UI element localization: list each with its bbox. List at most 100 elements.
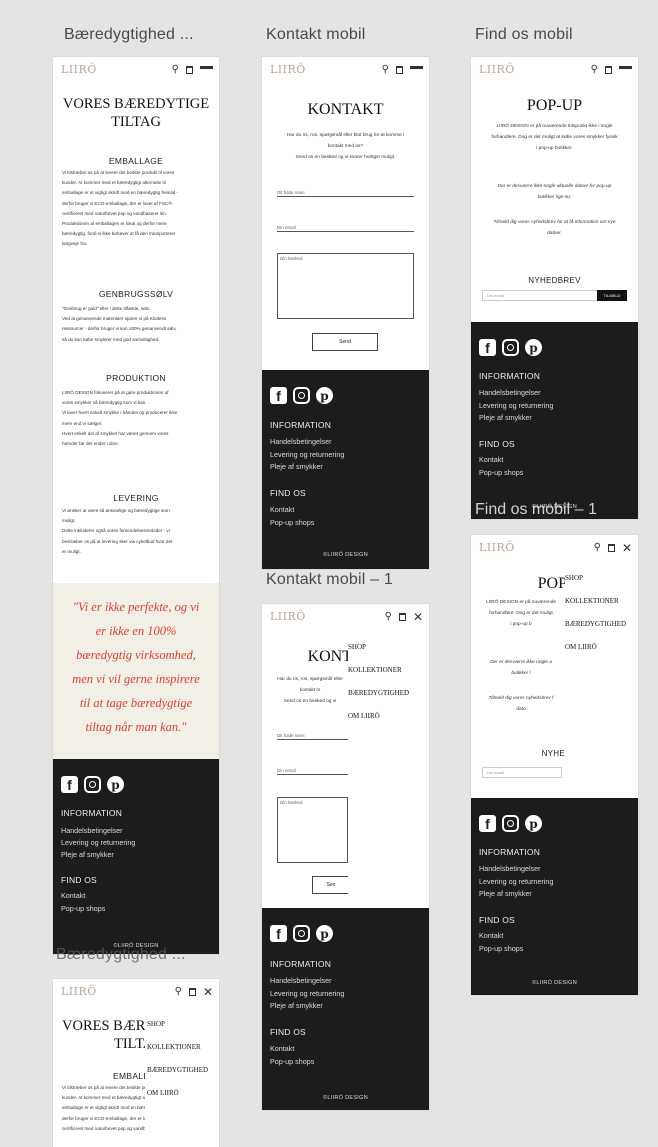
email-field[interactable]: Din email	[277, 768, 348, 775]
pinterest-icon[interactable]: p	[316, 925, 333, 942]
bag-icon[interactable]	[398, 613, 406, 621]
menu-item-om-liiro[interactable]: OM LIIRÖ	[147, 1089, 179, 1097]
section-text: Vi tilstræber os på at levere det bedste…	[62, 1085, 145, 1131]
search-icon[interactable]: ⚲	[385, 612, 392, 622]
menu-item-shop[interactable]: SHOP	[348, 643, 366, 651]
footer-link[interactable]: Pop-up shops	[61, 904, 105, 913]
search-icon[interactable]: ⚲	[172, 65, 179, 75]
footer-link[interactable]: Pleje af smykker	[270, 462, 323, 471]
instagram-icon[interactable]	[502, 815, 519, 832]
footer-link[interactable]: Pop-up shops	[479, 944, 523, 953]
send-button[interactable]: Send	[312, 333, 378, 351]
footer-link[interactable]: Pleje af smykker	[61, 850, 114, 859]
hamburger-menu-icon[interactable]	[200, 65, 213, 75]
close-icon[interactable]: ✕	[622, 542, 632, 554]
footer-link[interactable]: Levering og returnering	[479, 877, 553, 886]
newsletter-heading: NYHEDBREV	[528, 276, 581, 285]
footer-link[interactable]: Pop-up shops	[479, 468, 523, 477]
footer-heading-findos: FIND OS	[270, 1027, 306, 1037]
bag-icon[interactable]	[607, 544, 615, 552]
instagram-icon[interactable]	[293, 925, 310, 942]
footer-link[interactable]: Handelsbetingelser	[270, 976, 332, 985]
footer-link[interactable]: Handelsbetingelser	[61, 826, 123, 835]
page-content-behind-menu: VORES BÆREDYTIGE TILTAG EMBALLAGE Vi til…	[53, 979, 145, 1147]
footer-link[interactable]: Kontakt	[479, 931, 503, 940]
page-title: POP-UP	[526, 97, 583, 114]
footer-link[interactable]: Kontakt	[270, 505, 294, 514]
pinterest-icon[interactable]: p	[107, 776, 124, 793]
footer-link[interactable]: Pleje af smykker	[479, 889, 532, 898]
footer-link[interactable]: Levering og returnering	[270, 989, 344, 998]
menu-item-kollektioner[interactable]: KOLLEKTIONER	[348, 666, 402, 674]
menu-item-baeredygtighed[interactable]: BÆREDYGTIGHED	[565, 620, 626, 628]
footer-heading-findos: FIND OS	[479, 439, 515, 449]
close-icon[interactable]: ✕	[413, 611, 423, 623]
footer-link[interactable]: Kontakt	[479, 455, 503, 464]
bag-icon[interactable]	[396, 66, 403, 74]
email-field[interactable]: Din email	[277, 225, 414, 232]
footer-link[interactable]: Pleje af smykker	[479, 413, 532, 422]
menu-item-baeredygtighed[interactable]: BÆREDYGTIGHED	[147, 1066, 208, 1074]
copyright: ©LIIRÖ DESIGN	[323, 552, 368, 558]
nav-menu-panel: SHOP KOLLEKTIONER BÆREDYGTIGHED OM LIIRÖ	[348, 630, 429, 908]
close-icon[interactable]: ✕	[203, 986, 213, 998]
facebook-icon[interactable]: f	[61, 776, 78, 793]
menu-item-kollektioner[interactable]: KOLLEKTIONER	[147, 1043, 201, 1051]
bag-icon[interactable]	[188, 988, 196, 996]
instagram-icon[interactable]	[293, 387, 310, 404]
popup-signup-text: Tilmeld dig vores nyhedsbrev f dato	[488, 696, 554, 712]
footer-link[interactable]: Handelsbetingelser	[270, 437, 332, 446]
send-button[interactable]: Sen	[312, 876, 349, 894]
bag-icon[interactable]	[186, 66, 193, 74]
menu-item-baeredygtighed[interactable]: BÆREDYGTIGHED	[348, 689, 409, 697]
artboard-baeredygtighed-1: LIIRÖ ⚲ ✕ VORES BÆREDYTIGE TILTAG EMBALL…	[53, 979, 219, 1147]
newsletter-email-input[interactable]: Din email	[482, 290, 598, 301]
search-icon[interactable]: ⚲	[175, 987, 182, 997]
site-footer: f p INFORMATION Handelsbetingelser Lever…	[262, 370, 429, 569]
facebook-icon[interactable]: f	[479, 339, 496, 356]
menu-item-shop[interactable]: SHOP	[147, 1020, 165, 1028]
pinterest-icon[interactable]: p	[525, 815, 542, 832]
section-heading: EMBALLAGE	[113, 1071, 145, 1081]
pinterest-icon[interactable]: p	[316, 387, 333, 404]
footer-link[interactable]: Handelsbetingelser	[479, 388, 541, 397]
facebook-icon[interactable]: f	[270, 925, 287, 942]
message-field[interactable]: Din besked	[277, 797, 348, 863]
footer-link[interactable]: Kontakt	[61, 891, 85, 900]
footer-link[interactable]: Levering og returnering	[270, 450, 344, 459]
search-icon[interactable]: ⚲	[591, 65, 598, 75]
bag-icon[interactable]	[605, 66, 612, 74]
logo[interactable]: LIIRÖ	[61, 63, 97, 76]
footer-link[interactable]: Levering og returnering	[479, 401, 553, 410]
hamburger-menu-icon[interactable]	[619, 65, 632, 75]
menu-item-om-liiro[interactable]: OM LIIRÖ	[348, 712, 380, 720]
footer-link[interactable]: Handelsbetingelser	[479, 864, 541, 873]
section-text: "Genbrug er guld" eller i dette tilfælde…	[62, 306, 177, 342]
search-icon[interactable]: ⚲	[382, 65, 389, 75]
message-field[interactable]: Din besked	[277, 253, 414, 319]
name-field[interactable]: Dit fulde navn	[277, 190, 414, 197]
menu-item-kollektioner[interactable]: KOLLEKTIONER	[565, 597, 619, 605]
logo[interactable]: LIIRÖ	[270, 63, 306, 76]
footer-link[interactable]: Pop-up shops	[270, 1057, 314, 1066]
instagram-icon[interactable]	[502, 339, 519, 356]
page-title: KONTAKT	[307, 101, 384, 118]
newsletter-email-input[interactable]: Din email	[482, 767, 562, 778]
facebook-icon[interactable]: f	[479, 815, 496, 832]
search-icon[interactable]: ⚲	[594, 543, 601, 553]
name-field[interactable]: Dit fulde navn	[277, 733, 348, 740]
footer-link[interactable]: Levering og returnering	[61, 838, 135, 847]
footer-link[interactable]: Pop-up shops	[270, 518, 314, 527]
pinterest-icon[interactable]: p	[525, 339, 542, 356]
instagram-icon[interactable]	[84, 776, 101, 793]
hamburger-menu-icon[interactable]	[410, 65, 423, 75]
footer-link[interactable]: Kontakt	[270, 1044, 294, 1053]
section-heading: EMBALLAGE	[108, 156, 164, 166]
popup-intro: LIIRÖ DESIGN er på nuværende forhandlere.…	[485, 600, 557, 627]
footer-link[interactable]: Pleje af smykker	[270, 1001, 323, 1010]
menu-item-shop[interactable]: SHOP	[565, 574, 583, 582]
facebook-icon[interactable]: f	[270, 387, 287, 404]
logo[interactable]: LIIRÖ	[479, 63, 515, 76]
newsletter-signup-button[interactable]: TILMELD	[597, 290, 627, 301]
menu-item-om-liiro[interactable]: OM LIIRÖ	[565, 643, 597, 651]
